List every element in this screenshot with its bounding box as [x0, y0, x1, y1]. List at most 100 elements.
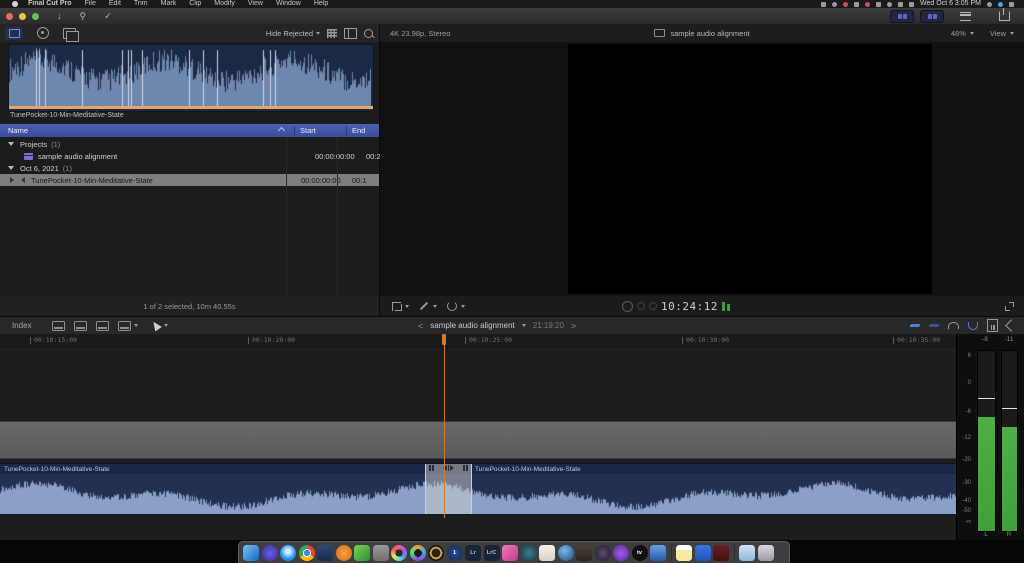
dock-icon-orange-circle-app[interactable]	[335, 544, 352, 561]
dock-icon-photo-editor-app[interactable]	[354, 544, 370, 561]
view-dropdown[interactable]: View	[990, 29, 1006, 38]
clip-filter-dropdown[interactable]: Hide Rejected	[266, 29, 320, 38]
list-row-sample-audio-alignment[interactable]: sample audio alignment 00:00:00:00 00:2	[0, 150, 381, 162]
menu-window[interactable]: Window	[276, 0, 301, 8]
dock-icon-chrome[interactable]	[298, 544, 315, 561]
minimize-window-button[interactable]	[19, 12, 26, 20]
share-icon[interactable]	[999, 8, 1010, 21]
dock-icon-1password[interactable]: 1	[446, 544, 463, 561]
video-storyline-clip[interactable]	[0, 421, 956, 459]
timeline-project-title[interactable]: sample audio alignment	[430, 321, 515, 330]
dock-icon-gold-circle-app[interactable]	[428, 544, 444, 561]
enhancements-wand-icon[interactable]	[419, 301, 429, 311]
next-project-button[interactable]: >	[571, 321, 576, 331]
timeline-options-icon[interactable]	[1007, 321, 1016, 330]
playhead-line[interactable]	[444, 334, 445, 518]
timeline-clip-left[interactable]: TunePocket-10-Min-Meditative-State	[4, 466, 110, 473]
clip-appearance-icon-1[interactable]	[51, 320, 65, 331]
list-row-oct-6-2021[interactable]: Oct 6, 2021 (1)	[0, 162, 379, 174]
dock-icon-blue-sphere-app[interactable]	[557, 544, 574, 561]
menu-help[interactable]: Help	[314, 0, 328, 8]
timeline-area[interactable]: 00:10:15:00 00:10:20:00 00:10:25:00 00:1…	[0, 334, 956, 540]
timeline-ruler[interactable]: 00:10:15:00 00:10:20:00 00:10:25:00 00:1…	[0, 334, 956, 347]
status-icon-1[interactable]	[821, 1, 827, 7]
previous-project-button[interactable]: <	[418, 321, 423, 331]
dock-icon-apple-tv[interactable]: tv	[631, 544, 648, 561]
dock-icon-finder[interactable]	[243, 544, 259, 561]
mini-audio-meters[interactable]	[721, 301, 730, 311]
dock-icon-disc-app[interactable]	[594, 544, 611, 561]
menu-mark[interactable]: Mark	[161, 0, 177, 8]
apple-menu-icon[interactable]	[12, 1, 18, 7]
dock-icon-safari[interactable]	[280, 544, 296, 561]
list-row-projects[interactable]: Projects (1)	[0, 138, 379, 150]
audio-skimming-toggle-icon[interactable]	[928, 324, 940, 327]
menu-clock[interactable]: Wed Oct 6 3:05 PM	[920, 0, 981, 8]
spotlight-icon[interactable]	[987, 1, 992, 7]
close-window-button[interactable]	[6, 12, 13, 20]
skimming-toggle-icon[interactable]	[909, 324, 921, 327]
fullscreen-icon[interactable]	[1005, 301, 1014, 311]
status-icon-3[interactable]	[843, 1, 849, 7]
menu-clip[interactable]: Clip	[189, 0, 201, 8]
clip-filmstrip[interactable]	[8, 44, 374, 112]
menu-view[interactable]: View	[248, 0, 263, 8]
column-end[interactable]: End	[346, 126, 379, 135]
dock-icon-davinci-resolve[interactable]	[409, 544, 426, 561]
zoom-window-button[interactable]	[32, 12, 39, 20]
audio-crossfade-transition[interactable]	[425, 464, 472, 514]
keyword-editor-icon[interactable]	[37, 27, 49, 39]
dock-icon-downloads-folder[interactable]	[739, 544, 755, 561]
solo-toggle-icon[interactable]	[948, 322, 959, 329]
background-tasks-icon[interactable]: ✓	[104, 8, 112, 24]
disclosure-triangle-icon[interactable]	[8, 166, 14, 170]
status-icon-5[interactable]	[865, 1, 871, 7]
retime-icon[interactable]	[447, 301, 457, 311]
status-icon-9[interactable]	[909, 1, 915, 7]
dock-icon-pink-app[interactable]	[502, 544, 518, 561]
status-icon-6[interactable]	[876, 1, 882, 7]
crop-tool-icon[interactable]	[392, 301, 402, 311]
dock-icon-camera-app[interactable]	[372, 544, 389, 561]
timeline-clip-right[interactable]: TunePocket-10-Min-Meditative-State	[475, 466, 581, 473]
dock-icon-final-cut-pro[interactable]	[391, 544, 407, 561]
workspace-menu-icon[interactable]	[960, 11, 971, 21]
index-button[interactable]: Index	[12, 321, 32, 330]
dock-icon-lightroom-classic[interactable]: LrC	[483, 544, 500, 561]
dock-icon-display-app[interactable]	[317, 544, 333, 561]
dock-icon-dark-case-app[interactable]	[576, 544, 592, 561]
menu-app-name[interactable]: Final Cut Pro	[28, 0, 72, 8]
loop-playback-icon[interactable]	[622, 300, 633, 312]
snapping-toggle-icon[interactable]	[968, 321, 978, 330]
dock-icon-purple-circle-app[interactable]	[613, 544, 629, 561]
zoom-level-dropdown[interactable]: 48%	[951, 29, 966, 38]
control-center-icon[interactable]	[1009, 1, 1014, 7]
menu-modify[interactable]: Modify	[214, 0, 235, 8]
import-media-icon[interactable]: ↓	[57, 8, 62, 24]
keyword-icon[interactable]: ⚲	[80, 8, 87, 24]
column-name[interactable]: Name	[8, 126, 28, 135]
grid-view-icon[interactable]	[327, 28, 337, 38]
fade-handle-left-icon[interactable]	[429, 465, 435, 471]
fade-handle-right-icon[interactable]	[462, 465, 468, 471]
dock-icon-white-document-app[interactable]	[539, 544, 555, 561]
dock-icon-dropbox[interactable]	[694, 544, 711, 561]
inspector-layout-toggle[interactable]	[920, 9, 944, 23]
dock-icon-trash[interactable]	[757, 544, 774, 561]
dock-icon-blue-device-app[interactable]	[650, 544, 666, 561]
dock-icon-notes[interactable]	[676, 544, 692, 561]
browser-layout-toggle[interactable]	[890, 9, 914, 23]
menu-trim[interactable]: Trim	[134, 0, 148, 8]
status-icon-8[interactable]	[898, 1, 904, 7]
duplicate-detection-icon[interactable]	[63, 27, 79, 42]
status-icon-2[interactable]	[832, 1, 838, 7]
siri-icon[interactable]	[998, 1, 1003, 7]
clip-appearance-icon-3[interactable]	[95, 320, 109, 331]
status-icon-7[interactable]	[887, 1, 893, 7]
select-tool-icon[interactable]	[149, 319, 162, 332]
dock-icon-teal-app[interactable]	[520, 544, 537, 561]
filmstrip-view-icon[interactable]	[344, 27, 357, 39]
search-icon[interactable]	[364, 28, 373, 38]
audio-meters-toggle-icon[interactable]	[987, 319, 998, 332]
menu-edit[interactable]: Edit	[109, 0, 121, 8]
